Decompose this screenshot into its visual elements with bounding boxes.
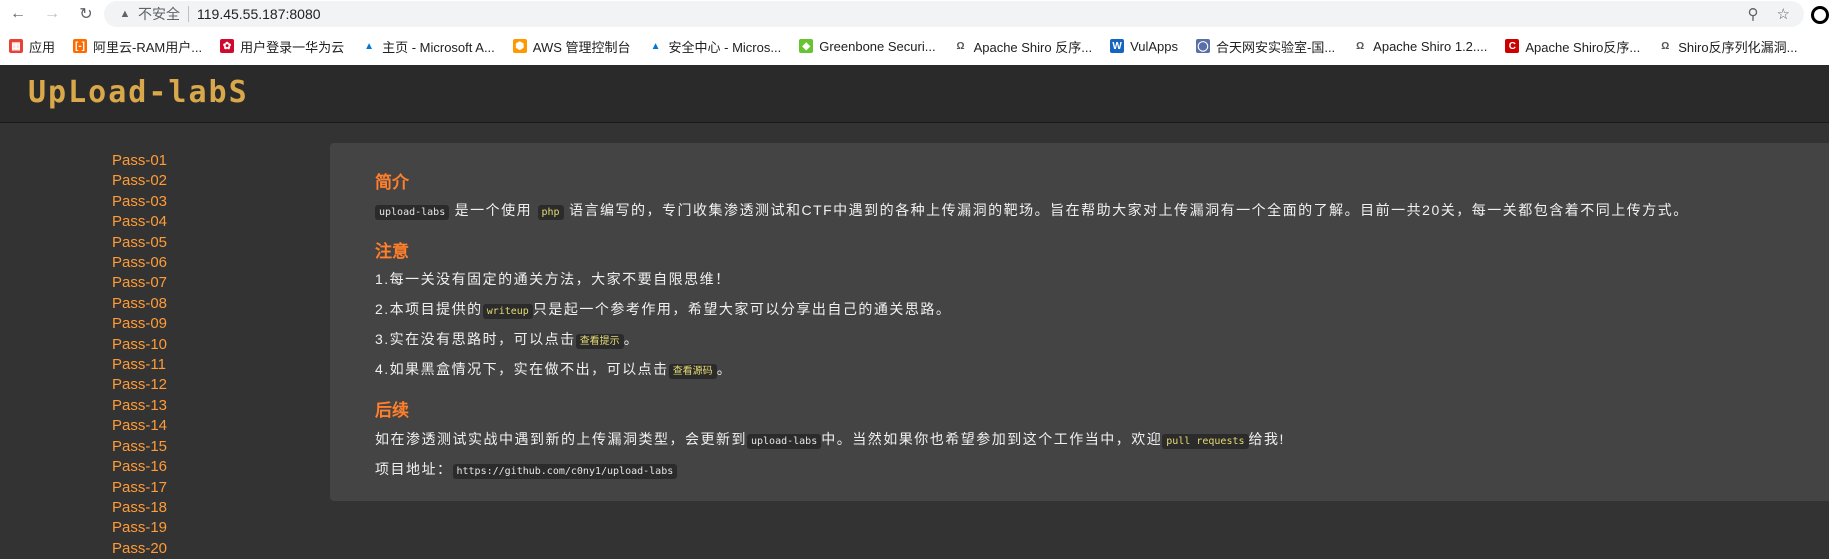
bookmark-aliyun[interactable]: [-] 阿里云-RAM用户... bbox=[64, 37, 211, 56]
note-1: 1.每一关没有固定的通关方法，大家不要自限思维！ bbox=[375, 271, 731, 287]
warning-icon: ▲ bbox=[119, 8, 131, 20]
pull-requests-link[interactable]: pull requests bbox=[1162, 434, 1249, 449]
sidebar-item-pass-15[interactable]: Pass-15 bbox=[112, 437, 272, 457]
bookmark-shiro-1[interactable]: Ω Apache Shiro 反序... bbox=[945, 37, 1102, 56]
site-header: UpLoad-labS bbox=[0, 65, 1829, 123]
sidebar-item-pass-05[interactable]: Pass-05 bbox=[112, 233, 272, 253]
shiro-icon: Ω bbox=[956, 40, 965, 52]
code-tag: php bbox=[537, 205, 564, 220]
bookmarks-bar: ▦ 应用 [-] 阿里云-RAM用户... ✿ 用户登录一华为云 ▲ 主页 - Micr… bbox=[0, 27, 1829, 66]
star-icon[interactable]: ☆ bbox=[1777, 5, 1790, 23]
note-4: 4.如果黑盒情况下，实在做不出，可以点击 查看源码。 bbox=[375, 361, 733, 379]
shiro-icon: Ω bbox=[1661, 40, 1670, 52]
sidebar-item-pass-09[interactable]: Pass-09 bbox=[112, 314, 272, 334]
page: UpLoad-labS Pass-01 Pass-02 Pass-03 Pass… bbox=[0, 65, 1829, 557]
sidebar-item-pass-17[interactable]: Pass-17 bbox=[112, 478, 272, 498]
huawei-icon: ✿ bbox=[220, 39, 235, 53]
pass-sidebar: Pass-01 Pass-02 Pass-03 Pass-04 Pass-05 … bbox=[112, 151, 272, 559]
azure-icon: ▲ bbox=[650, 40, 661, 52]
show-hint-link[interactable]: 查看提示 bbox=[575, 334, 624, 349]
profile-icon[interactable] bbox=[1811, 6, 1829, 24]
sidebar-item-pass-06[interactable]: Pass-06 bbox=[112, 253, 272, 273]
vulapps-icon: W bbox=[1110, 39, 1125, 53]
shield-icon: ◯ bbox=[1196, 39, 1210, 53]
sidebar-item-pass-07[interactable]: Pass-07 bbox=[112, 273, 272, 293]
project-url-link[interactable]: https://github.com/c0ny1/upload-labs bbox=[452, 464, 678, 479]
back-icon[interactable]: ← bbox=[6, 2, 30, 26]
followup-paragraph: 如在渗透测试实战中遇到新的上传漏洞类型，会更新到 upload-labs 中。当然如… bbox=[375, 431, 1285, 449]
bookmark-microsoft-azure[interactable]: ▲ 主页 - Microsoft A... bbox=[353, 37, 504, 56]
sidebar-item-pass-19[interactable]: Pass-19 bbox=[112, 518, 272, 538]
bookmark-security-center[interactable]: ▲ 安全中心 - Micros... bbox=[640, 37, 791, 56]
sidebar-item-pass-04[interactable]: Pass-04 bbox=[112, 212, 272, 232]
bookmark-shiro-3[interactable]: C Apache Shiro反序... bbox=[1496, 37, 1649, 56]
bookmark-aws[interactable]: ⬢ AWS 管理控制台 bbox=[504, 37, 640, 56]
sidebar-item-pass-01[interactable]: Pass-01 bbox=[112, 151, 272, 171]
browser-toolbar: ← → ↻ ▲ 不安全 119.45.55.187:8080 ⚲ ☆ bbox=[0, 0, 1829, 27]
followup-heading: 后续 bbox=[375, 401, 409, 420]
apps-grid-icon: ▦ bbox=[9, 39, 23, 53]
bookmark-apps[interactable]: ▦ 应用 bbox=[0, 37, 64, 56]
sidebar-item-pass-03[interactable]: Pass-03 bbox=[112, 192, 272, 212]
sidebar-item-pass-02[interactable]: Pass-02 bbox=[112, 171, 272, 191]
address-bar[interactable]: ▲ 不安全 119.45.55.187:8080 ⚲ ☆ bbox=[104, 1, 1804, 27]
bookmark-vulapps[interactable]: W VulApps bbox=[1101, 39, 1187, 54]
insecure-label: 不安全 bbox=[138, 6, 180, 22]
intro-paragraph: upload-labs 是一个使用 php 语言编写的，专门收集渗透测试和CTF… bbox=[375, 200, 1689, 220]
reload-icon[interactable]: ↻ bbox=[74, 2, 98, 26]
show-source-link[interactable]: 查看源码 bbox=[668, 364, 717, 379]
sidebar-item-pass-18[interactable]: Pass-18 bbox=[112, 498, 272, 518]
writeup-link[interactable]: writeup bbox=[482, 304, 533, 319]
bookmark-hetian[interactable]: ◯ 合天网安实验室-国... bbox=[1187, 37, 1344, 56]
url-text[interactable]: 119.45.55.187:8080 bbox=[197, 6, 321, 22]
code-tag: upload-labs bbox=[375, 205, 450, 220]
intro-panel: 简介 upload-labs 是一个使用 php 语言编写的，专门收集渗透测试和… bbox=[330, 143, 1829, 501]
sidebar-item-pass-14[interactable]: Pass-14 bbox=[112, 416, 272, 436]
divider bbox=[188, 6, 189, 22]
sidebar-item-pass-08[interactable]: Pass-08 bbox=[112, 294, 272, 314]
code-tag: upload-labs bbox=[747, 434, 822, 449]
csdn-icon: C bbox=[1505, 39, 1520, 53]
notes-heading: 注意 bbox=[375, 242, 409, 261]
sidebar-item-pass-12[interactable]: Pass-12 bbox=[112, 375, 272, 395]
bookmark-shiro-4[interactable]: Ω Shiro反序列化漏洞... bbox=[1649, 37, 1806, 56]
note-2: 2.本项目提供的 writeup 只是起一个参考作用，希望大家可以分享出自己的通关思… bbox=[375, 301, 952, 319]
shiro-icon: Ω bbox=[1356, 40, 1365, 52]
greenbone-icon: ◆ bbox=[799, 39, 814, 53]
sidebar-item-pass-11[interactable]: Pass-11 bbox=[112, 355, 272, 375]
zoom-icon[interactable]: ⚲ bbox=[1748, 5, 1759, 23]
bookmark-greenbone[interactable]: ◆ Greenbone Securi... bbox=[790, 39, 944, 54]
site-logo[interactable]: UpLoad-labS bbox=[28, 75, 249, 110]
aws-icon: ⬢ bbox=[512, 39, 527, 53]
aliyun-icon: [-] bbox=[73, 39, 88, 53]
sidebar-item-pass-10[interactable]: Pass-10 bbox=[112, 335, 272, 355]
sidebar-item-pass-16[interactable]: Pass-16 bbox=[112, 457, 272, 477]
azure-icon: ▲ bbox=[364, 40, 375, 52]
project-address: 项目地址： https://github.com/c0ny1/upload-lab… bbox=[375, 459, 678, 479]
note-3: 3.实在没有思路时，可以点击 查看提示。 bbox=[375, 331, 640, 349]
intro-heading: 简介 bbox=[375, 173, 409, 192]
bookmark-huawei[interactable]: ✿ 用户登录一华为云 bbox=[211, 37, 353, 56]
sidebar-item-pass-13[interactable]: Pass-13 bbox=[112, 396, 272, 416]
sidebar-item-pass-20[interactable]: Pass-20 bbox=[112, 539, 272, 559]
bookmark-shiro-2[interactable]: Ω Apache Shiro 1.2.... bbox=[1344, 39, 1496, 54]
forward-icon[interactable]: → bbox=[40, 2, 64, 26]
